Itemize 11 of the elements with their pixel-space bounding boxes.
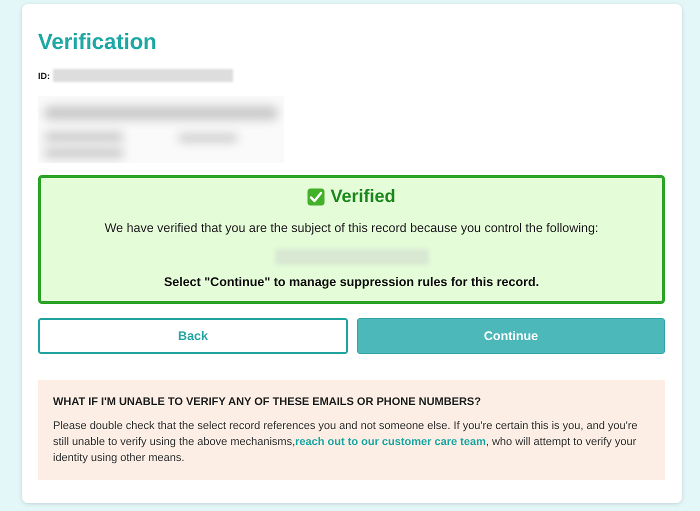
continue-button[interactable]: Continue xyxy=(357,318,665,354)
page-title: Verification xyxy=(38,28,158,56)
status-message: We have verified that you are the subject of this record because you control the following: xyxy=(104,221,598,235)
customer-care-link[interactable]: reach out to our customer care team xyxy=(295,436,486,448)
status-heading: Verified xyxy=(330,186,396,207)
help-heading: WHAT IF I'M UNABLE TO VERIFY ANY OF THESE EMAILS OR PHONE NUMBERS? xyxy=(53,396,482,408)
back-button[interactable]: Back xyxy=(38,318,348,354)
id-label: ID: xyxy=(38,70,50,80)
check-icon xyxy=(307,188,326,206)
instruction-text: Select "Continue" to manage suppression rules for this record. xyxy=(164,275,540,289)
help-text: Please double check that the select record references you and not someone else. If you're certain this is you, and you're still unable to verify using the above mechanisms,reach out to our customer care team, who will attempt to verify your identity using other means. xyxy=(53,419,638,466)
